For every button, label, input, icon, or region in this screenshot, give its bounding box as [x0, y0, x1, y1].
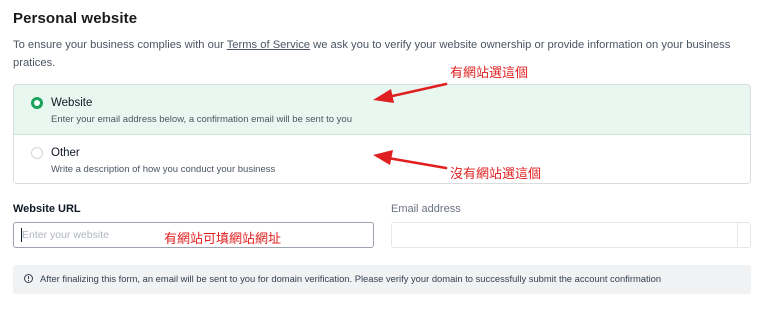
website-type-radio-group: Website Enter your email address below, …	[13, 84, 751, 184]
info-icon	[24, 274, 33, 283]
terms-of-service-link[interactable]: Terms of Service	[227, 39, 310, 51]
option-other-description: Write a description of how you conduct y…	[51, 164, 276, 175]
description-text-start: To ensure your business complies with ou…	[13, 39, 227, 51]
website-url-label: Website URL	[13, 203, 81, 215]
verification-notice: After finalizing this form, an email wil…	[13, 265, 751, 294]
email-address-label: Email address	[391, 203, 461, 215]
notice-text: After finalizing this form, an email wil…	[40, 273, 662, 284]
annotation-url: 有網站可填網站網址	[164, 232, 282, 247]
website-radio-button[interactable]	[31, 97, 43, 109]
other-radio-button[interactable]	[31, 147, 43, 159]
email-field-addon	[737, 223, 750, 247]
section-description: To ensure your business complies with ou…	[13, 36, 753, 72]
annotation-other: 沒有網站選這個	[450, 167, 542, 182]
option-website[interactable]: Website Enter your email address below, …	[14, 85, 750, 135]
section-title: Personal website	[13, 10, 138, 27]
text-cursor	[21, 228, 22, 242]
option-other-label: Other	[51, 147, 80, 159]
annotation-website: 有網站選這個	[450, 66, 529, 81]
email-address-field[interactable]	[391, 222, 751, 248]
option-website-label: Website	[51, 97, 93, 109]
option-other[interactable]: Other Write a description of how you con…	[14, 135, 750, 183]
option-website-description: Enter your email address below, a confir…	[51, 114, 352, 125]
